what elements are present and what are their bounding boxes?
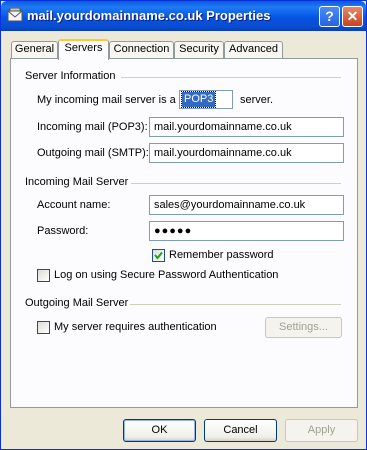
tab-servers[interactable]: Servers bbox=[58, 39, 109, 60]
servers-panel: Server Information My incoming mail serv… bbox=[10, 58, 358, 408]
password-label: Password: bbox=[37, 225, 89, 237]
incoming-mail-label: Incoming mail (POP3): bbox=[37, 121, 148, 133]
server-info-heading: Server Information bbox=[25, 70, 116, 82]
spa-checkbox[interactable] bbox=[37, 269, 50, 282]
tab-advanced[interactable]: Advanced bbox=[224, 41, 283, 58]
remember-password-label[interactable]: Remember password bbox=[169, 249, 274, 261]
title-bar[interactable]: mail.yourdomainname.co.uk Properties ? ✕ bbox=[1, 1, 366, 31]
window-title: mail.yourdomainname.co.uk Properties bbox=[27, 8, 271, 23]
checkmark-icon bbox=[154, 251, 163, 260]
incoming-server-heading: Incoming Mail Server bbox=[25, 176, 129, 188]
incoming-server-type-field[interactable]: POP3 bbox=[179, 90, 233, 109]
mail-account-icon bbox=[7, 8, 23, 22]
close-button[interactable]: ✕ bbox=[342, 6, 363, 27]
tab-general[interactable]: General bbox=[11, 41, 58, 58]
apply-button[interactable]: Apply bbox=[285, 419, 358, 442]
server-info-divider bbox=[121, 77, 341, 78]
outgoing-server-divider bbox=[130, 304, 341, 305]
outgoing-server-heading: Outgoing Mail Server bbox=[25, 297, 129, 309]
outgoing-mail-field[interactable]: mail.yourdomainname.co.uk bbox=[149, 143, 344, 163]
help-button[interactable]: ? bbox=[319, 6, 340, 27]
properties-dialog: mail.yourdomainname.co.uk Properties ? ✕… bbox=[0, 0, 367, 450]
incoming-server-divider bbox=[131, 183, 341, 184]
ok-button[interactable]: OK bbox=[123, 419, 196, 442]
incoming-type-label: My incoming mail server is a bbox=[37, 94, 176, 106]
incoming-type-suffix: server. bbox=[240, 94, 274, 106]
server-auth-label[interactable]: My server requires authentication bbox=[54, 321, 217, 333]
account-name-field[interactable]: sales@yourdomainname.co.uk bbox=[149, 195, 344, 215]
spa-label[interactable]: Log on using Secure Password Authenticat… bbox=[54, 269, 278, 281]
settings-button[interactable]: Settings... bbox=[265, 317, 342, 338]
account-name-label: Account name: bbox=[37, 199, 111, 211]
server-auth-checkbox[interactable] bbox=[37, 321, 50, 334]
incoming-server-type-value: POP3 bbox=[180, 91, 217, 108]
outgoing-mail-label: Outgoing mail (SMTP): bbox=[37, 147, 149, 159]
cancel-button[interactable]: Cancel bbox=[204, 419, 277, 442]
remember-password-checkbox[interactable] bbox=[152, 249, 165, 262]
incoming-mail-field[interactable]: mail.yourdomainname.co.uk bbox=[149, 117, 344, 137]
tab-security[interactable]: Security bbox=[174, 41, 224, 58]
tab-connection[interactable]: Connection bbox=[109, 41, 174, 58]
password-field[interactable]: ●●●●● bbox=[149, 221, 344, 241]
